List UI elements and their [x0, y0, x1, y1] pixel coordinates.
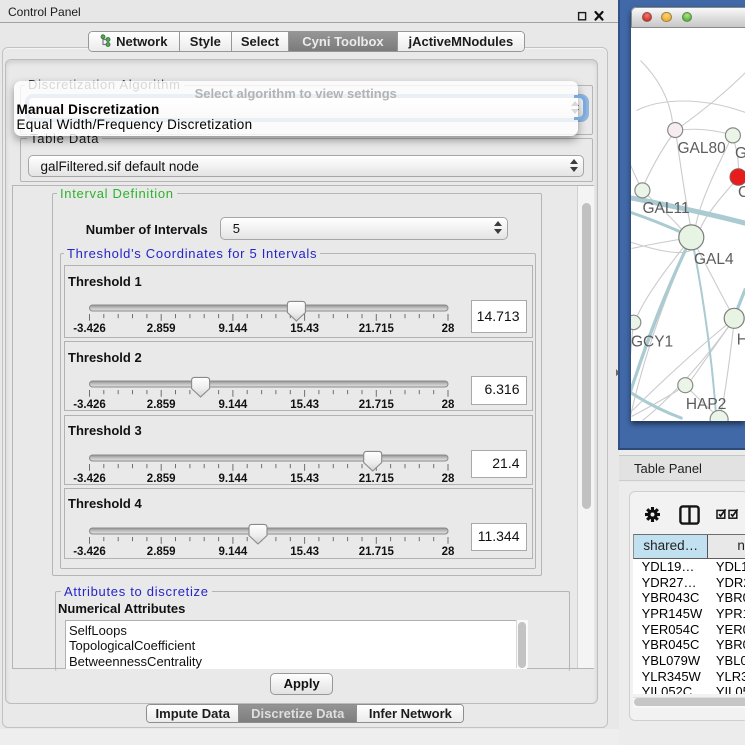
- svg-text:9.144: 9.144: [219, 473, 248, 485]
- svg-text:28: 28: [442, 546, 455, 558]
- svg-text:GAL11: GAL11: [642, 199, 689, 216]
- svg-text:2.859: 2.859: [147, 323, 176, 335]
- svg-text:15.43: 15.43: [290, 473, 319, 485]
- svg-text:9.144: 9.144: [219, 323, 248, 335]
- svg-text:15.43: 15.43: [290, 323, 319, 335]
- svg-text:C: C: [737, 183, 745, 200]
- svg-text:-3.426: -3.426: [73, 323, 106, 335]
- svg-text:GAL4: GAL4: [693, 250, 733, 267]
- svg-text:2.859: 2.859: [147, 473, 176, 485]
- svg-text:21.715: 21.715: [359, 323, 395, 335]
- svg-text:21.715: 21.715: [359, 546, 395, 558]
- svg-text:GA: GA: [734, 145, 745, 162]
- svg-text:HAP2: HAP2: [685, 395, 725, 412]
- svg-text:28: 28: [442, 323, 455, 335]
- svg-text:28: 28: [442, 473, 455, 485]
- svg-text:15.43: 15.43: [290, 399, 319, 411]
- svg-text:-3.426: -3.426: [73, 546, 106, 558]
- svg-text:GCY1: GCY1: [631, 333, 673, 350]
- svg-text:GAL80: GAL80: [677, 139, 725, 156]
- svg-text:H: H: [736, 331, 745, 348]
- svg-text:2.859: 2.859: [147, 399, 176, 411]
- svg-text:28: 28: [442, 399, 455, 411]
- svg-text:21.715: 21.715: [359, 399, 395, 411]
- svg-text:-3.426: -3.426: [73, 473, 106, 485]
- svg-text:9.144: 9.144: [219, 546, 248, 558]
- svg-text:-3.426: -3.426: [73, 399, 106, 411]
- svg-text:9.144: 9.144: [219, 399, 248, 411]
- svg-text:21.715: 21.715: [359, 473, 395, 485]
- svg-text:2.859: 2.859: [147, 546, 176, 558]
- svg-text:15.43: 15.43: [290, 546, 319, 558]
